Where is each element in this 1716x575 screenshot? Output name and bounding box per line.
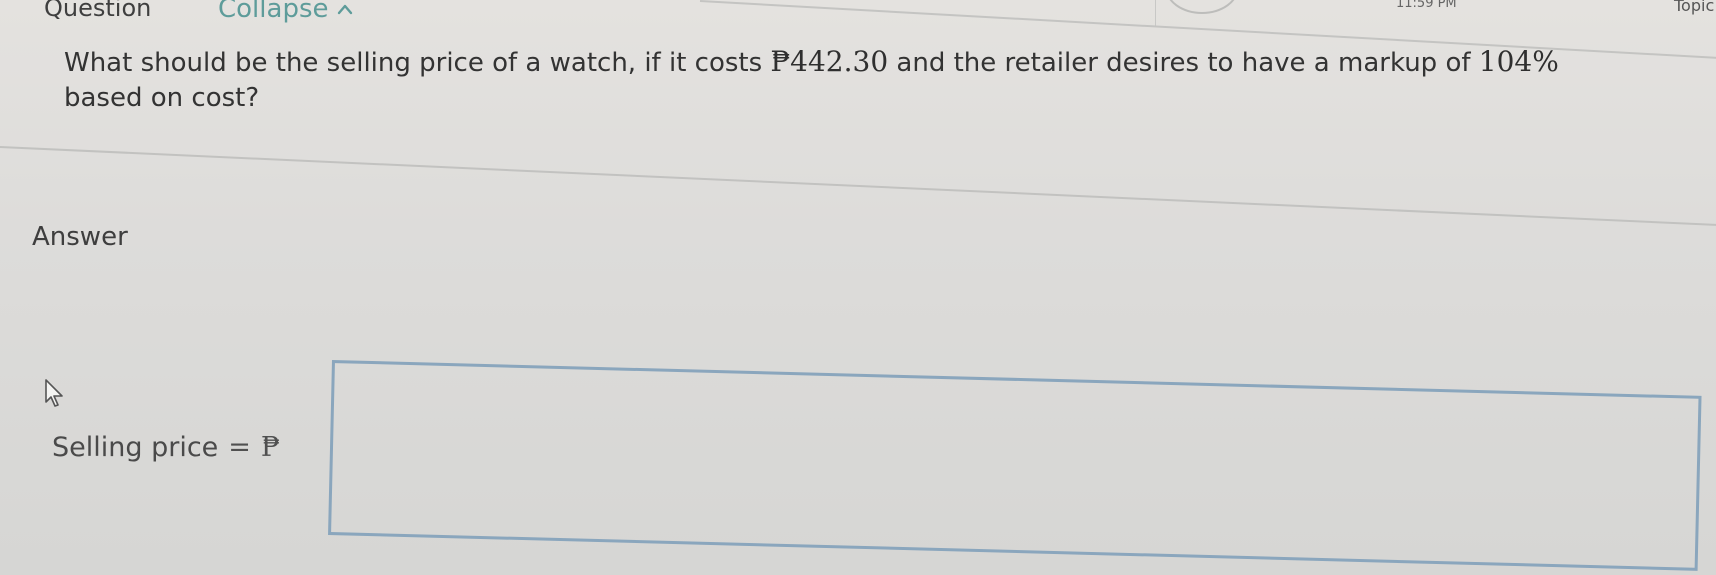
question-line-1: What should be the selling price of a wa… [64, 44, 1559, 81]
field-label: Selling price [52, 432, 219, 463]
answer-heading: Answer [32, 222, 128, 252]
question-text-prefix: What should be the selling price of a wa… [64, 48, 771, 78]
tab-divider [1155, 0, 1156, 26]
cost-value: ₱442.30 [770, 45, 889, 78]
markup-value: 104% [1478, 45, 1559, 78]
top-bar: Question Collapse 11:59 PM Topic [0, 0, 1716, 60]
question-label: Question [44, 0, 152, 22]
question-line-2: based on cost? [64, 83, 260, 113]
collapse-button[interactable]: Collapse [218, 0, 353, 24]
chevron-up-icon [337, 4, 352, 15]
section-divider [0, 146, 1716, 227]
collapse-label: Collapse [218, 0, 329, 24]
topic-link[interactable]: Topic [1674, 0, 1714, 15]
tab-indicator [1165, 0, 1239, 14]
selling-price-label: Selling price = ₱ [52, 432, 280, 463]
currency-symbol: ₱ [260, 432, 280, 463]
selling-price-input[interactable] [328, 360, 1702, 571]
clock-time: 11:59 PM [1396, 0, 1457, 11]
equals-sign: = [228, 432, 251, 463]
mouse-pointer-icon [45, 379, 63, 407]
question-text-middle: and the retailer desires to have a marku… [888, 48, 1479, 78]
